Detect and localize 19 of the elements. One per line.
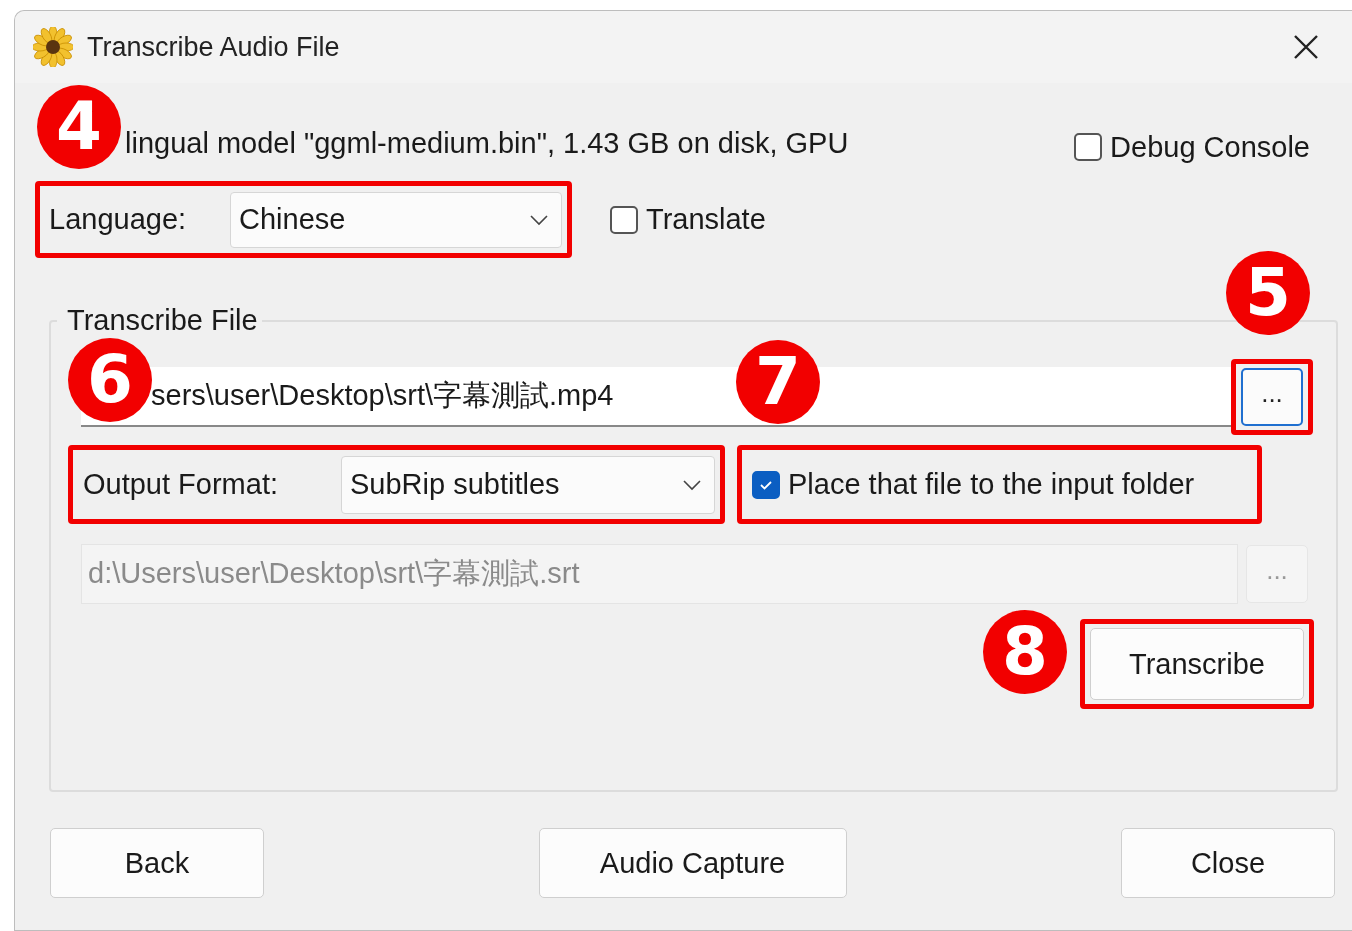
audio-capture-button[interactable]: Audio Capture [538, 828, 847, 898]
language-dropdown[interactable]: Chinese [230, 191, 562, 248]
output-format-dropdown[interactable]: SubRip subtitles [341, 455, 715, 514]
place-in-input-folder-checkbox[interactable]: Place that file to the input folder [752, 468, 1195, 501]
transcribe-button[interactable]: Transcribe [1090, 628, 1304, 700]
language-label: Language: [49, 203, 187, 236]
output-format-label: Output Format: [83, 468, 278, 501]
close-button[interactable]: Close [1121, 828, 1335, 898]
translate-checkbox[interactable]: Translate [610, 203, 766, 236]
close-icon[interactable] [1293, 34, 1319, 60]
sunflower-icon [33, 27, 73, 67]
chevron-down-icon [529, 213, 549, 226]
chevron-down-icon [682, 478, 702, 491]
browse-button[interactable]: ... [1241, 368, 1303, 426]
back-button[interactable]: Back [50, 828, 264, 898]
window-title: Transcribe Audio File [87, 31, 340, 63]
model-info-text: lingual model "ggml-medium.bin", 1.43 GB on disk, GPU [125, 126, 849, 160]
debug-console-checkbox[interactable]: Debug Console [1074, 130, 1310, 164]
group-title: Transcribe File [66, 304, 259, 337]
